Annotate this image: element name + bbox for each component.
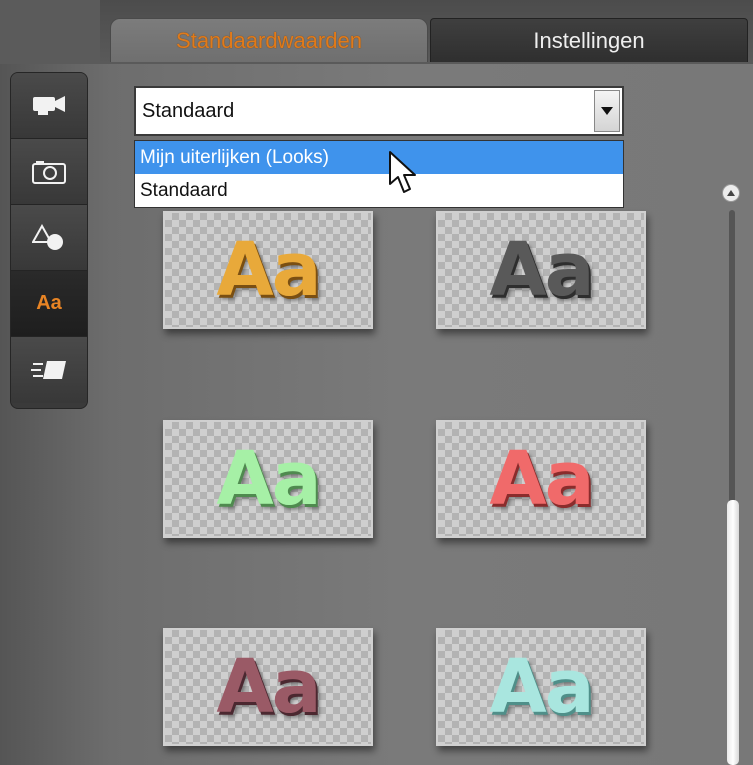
look-thumbnail[interactable]: Aa xyxy=(436,628,646,746)
looks-select[interactable]: Standaard xyxy=(134,86,624,136)
dropdown-arrow-button[interactable] xyxy=(594,90,620,132)
look-thumbnail[interactable]: Aa xyxy=(436,420,646,538)
look-thumbnail[interactable]: Aa xyxy=(163,628,373,746)
look-sample-text: Aa xyxy=(216,436,321,522)
option-standaard[interactable]: Standaard xyxy=(135,174,623,207)
look-thumbnail[interactable]: Aa xyxy=(163,420,373,538)
tab-instellingen[interactable]: Instellingen xyxy=(430,18,748,62)
photo-camera-icon xyxy=(32,160,66,184)
tab-label: Standaardwaarden xyxy=(176,27,362,53)
select-value: Standaard xyxy=(142,99,235,122)
option-mijn-uiterlijken[interactable]: Mijn uiterlijken (Looks) xyxy=(135,141,623,174)
shapes-icon xyxy=(32,223,63,250)
look-sample-text: Aa xyxy=(216,644,321,730)
look-thumbnail[interactable]: Aa xyxy=(436,211,646,329)
video-camera-icon xyxy=(33,95,65,115)
toolbar-video-button[interactable] xyxy=(11,73,87,139)
tab-standaardwaarden[interactable]: Standaardwaarden xyxy=(110,18,428,62)
motion-titles-icon xyxy=(31,361,66,379)
chevron-up-icon xyxy=(727,190,735,196)
scroll-up-button[interactable] xyxy=(722,184,740,202)
look-sample-text: Aa xyxy=(489,644,594,730)
toolbar-motion-titles-button[interactable] xyxy=(11,337,87,403)
toolbar-shapes-button[interactable] xyxy=(11,205,87,271)
toolbar-photo-button[interactable] xyxy=(11,139,87,205)
scrollbar-thumb[interactable] xyxy=(727,500,739,765)
look-sample-text: Aa xyxy=(489,227,594,313)
corner-background xyxy=(0,0,100,64)
text-aa-icon: Aa xyxy=(36,292,62,314)
toolbar-text-button[interactable]: Aa xyxy=(11,271,87,337)
category-toolbar: Aa xyxy=(10,72,88,409)
mouse-pointer-icon xyxy=(389,151,416,193)
tab-label: Instellingen xyxy=(533,27,645,53)
dropdown-options: Mijn uiterlijken (Looks) Standaard xyxy=(134,140,624,208)
chevron-down-icon xyxy=(601,107,613,115)
look-thumbnail[interactable]: Aa xyxy=(163,211,373,329)
look-sample-text: Aa xyxy=(216,227,321,313)
look-sample-text: Aa xyxy=(489,436,594,522)
